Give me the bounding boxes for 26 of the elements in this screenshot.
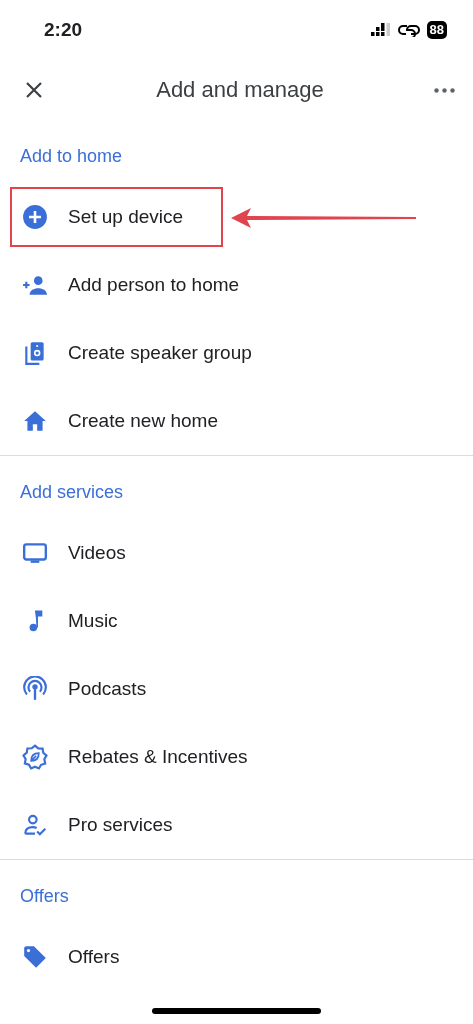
menu-item[interactable]: Rebates & Incentives xyxy=(10,727,288,787)
tag-icon xyxy=(22,944,48,970)
menu-item[interactable]: Create new home xyxy=(10,391,258,451)
menu-item[interactable]: Podcasts xyxy=(10,659,187,719)
menu-item[interactable]: Videos xyxy=(10,523,166,583)
badge-leaf-icon xyxy=(22,744,48,770)
highlighted-menu-item[interactable]: Set up device xyxy=(10,187,224,247)
tv-icon xyxy=(22,540,48,566)
add-circle-icon xyxy=(22,204,48,230)
page-title: Add and manage xyxy=(155,77,325,103)
status-time: 2:20 xyxy=(44,19,84,41)
more-options-button[interactable] xyxy=(434,87,455,93)
section-heading: Add services xyxy=(19,481,125,504)
link-icon xyxy=(397,23,420,37)
podcast-icon xyxy=(22,676,48,702)
more-icon xyxy=(434,87,455,93)
section-heading: Offers xyxy=(19,885,70,908)
menu-item[interactable]: Add person to home xyxy=(10,255,280,315)
person-check-icon xyxy=(22,812,48,838)
menu-item[interactable]: Create speaker group xyxy=(10,323,292,383)
signal-icon xyxy=(370,23,391,37)
menu-item[interactable]: Offers xyxy=(10,927,160,987)
menu-item[interactable]: Pro services xyxy=(10,795,213,855)
menu-item[interactable]: Music xyxy=(10,591,158,651)
battery-level: 88 xyxy=(426,21,447,39)
section-heading: Add to home xyxy=(19,145,124,168)
